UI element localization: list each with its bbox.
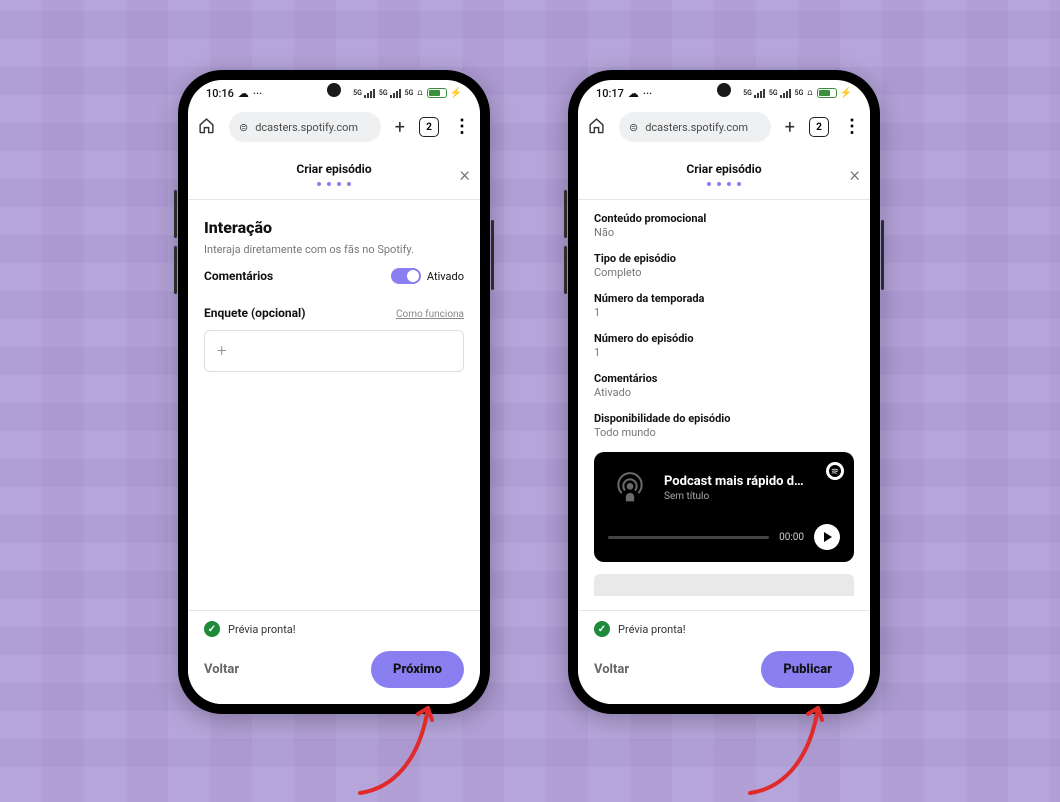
url-bar[interactable]: ⊜ dcasters.spotify.com [619, 112, 771, 142]
summary-row: ComentáriosAtivado [594, 372, 854, 399]
comments-status: Ativado [427, 270, 464, 283]
how-it-works-link[interactable]: Como funciona [396, 309, 464, 320]
summary-row: Número do episódio1 [594, 332, 854, 359]
new-tab-icon[interactable]: + [395, 117, 405, 138]
add-poll-button[interactable]: + [204, 330, 464, 372]
status-bar: 10:16 ☁ ··· 5G 5G 5G ⩍ 60 ⚡ [188, 80, 480, 106]
signal-icon [364, 89, 375, 98]
summary-row: Disponibilidade do episódioTodo mundo [594, 412, 854, 439]
next-button[interactable]: Próximo [371, 651, 464, 688]
home-icon[interactable] [198, 117, 215, 138]
footer: ✓ Prévia pronta! Voltar Próximo [188, 610, 480, 704]
network-label: 5G [379, 89, 388, 97]
page-header: Criar episódio × [188, 148, 480, 200]
progress-bar[interactable] [608, 536, 769, 539]
section-title: Interação [204, 218, 464, 237]
network-label: 5G [769, 89, 778, 97]
podcast-icon [608, 466, 652, 510]
publish-button[interactable]: Publicar [761, 651, 854, 688]
status-bar: 10:17 ☁ ··· 5G 5G 5G ⩍ 60 ⚡ [578, 80, 870, 106]
comments-label: Comentários [204, 269, 273, 283]
battery-icon: 60 [817, 88, 837, 98]
summary-row: Conteúdo promocionalNão [594, 212, 854, 239]
preview-ready-text: Prévia pronta! [228, 623, 296, 636]
comments-toggle[interactable] [391, 268, 421, 284]
home-icon[interactable] [588, 117, 605, 138]
player-title: Podcast mais rápido d… [664, 474, 824, 489]
poll-label: Enquete (opcional) [204, 306, 305, 320]
spotify-icon [826, 462, 844, 480]
section-subtitle: Interaja diretamente com os fãs no Spoti… [204, 243, 464, 256]
browser-toolbar: ⊜ dcasters.spotify.com + 2 ⋮ [188, 106, 480, 148]
page-header: Criar episódio × [578, 148, 870, 200]
wifi-icon: ⩍ [807, 88, 812, 98]
url-text: dcasters.spotify.com [645, 121, 748, 134]
site-settings-icon[interactable]: ⊜ [239, 121, 248, 134]
page-title: Criar episódio [686, 162, 761, 176]
network-label-2: 5G [405, 89, 414, 97]
browser-toolbar: ⊜ dcasters.spotify.com + 2 ⋮ [578, 106, 870, 148]
url-text: dcasters.spotify.com [255, 121, 358, 134]
status-more-icon: ··· [643, 87, 652, 100]
preview-player: Podcast mais rápido d… Sem título 00:00 [594, 452, 854, 562]
footer: ✓ Prévia pronta! Voltar Publicar [578, 610, 870, 704]
play-button[interactable] [814, 524, 840, 550]
close-icon[interactable]: × [460, 162, 470, 186]
url-bar[interactable]: ⊜ dcasters.spotify.com [229, 112, 381, 142]
tab-switcher[interactable]: 2 [419, 117, 439, 137]
progress-time: 00:00 [779, 532, 804, 543]
page-content: Interação Interaja diretamente com os fã… [188, 200, 480, 610]
screen-right: 10:17 ☁ ··· 5G 5G 5G ⩍ 60 ⚡ ⊜ dcasters.s [578, 80, 870, 704]
page-title: Criar episódio [296, 162, 371, 176]
status-more-icon: ··· [253, 87, 262, 100]
plus-icon: + [217, 341, 227, 361]
phone-left: 10:16 ☁ ··· 5G 5G 5G ⩍ 60 ⚡ ⊜ dcasters.s [178, 70, 490, 714]
close-icon[interactable]: × [850, 162, 860, 186]
loading-placeholder [594, 574, 854, 596]
summary-row: Tipo de episódioCompleto [594, 252, 854, 279]
status-cloud-icon: ☁ [238, 87, 249, 100]
charging-icon: ⚡ [840, 88, 852, 99]
player-subtitle: Sem título [664, 491, 840, 502]
status-time: 10:16 [206, 87, 234, 100]
tab-switcher[interactable]: 2 [809, 117, 829, 137]
site-settings-icon[interactable]: ⊜ [629, 121, 638, 134]
battery-icon: 60 [427, 88, 447, 98]
signal-icon [754, 89, 765, 98]
page-content: Conteúdo promocionalNão Tipo de episódio… [578, 200, 870, 610]
signal-icon-2 [780, 89, 791, 98]
status-time: 10:17 [596, 87, 624, 100]
step-indicator [317, 182, 351, 186]
network-label-2: 5G [795, 89, 804, 97]
status-cloud-icon: ☁ [628, 87, 639, 100]
screen-left: 10:16 ☁ ··· 5G 5G 5G ⩍ 60 ⚡ ⊜ dcasters.s [188, 80, 480, 704]
summary-row: Número da temporada1 [594, 292, 854, 319]
back-button[interactable]: Voltar [594, 662, 629, 677]
step-indicator [707, 182, 741, 186]
check-icon: ✓ [204, 621, 220, 637]
check-icon: ✓ [594, 621, 610, 637]
phone-right: 10:17 ☁ ··· 5G 5G 5G ⩍ 60 ⚡ ⊜ dcasters.s [568, 70, 880, 714]
charging-icon: ⚡ [450, 88, 462, 99]
signal-icon-2 [390, 89, 401, 98]
back-button[interactable]: Voltar [204, 662, 239, 677]
preview-ready-text: Prévia pronta! [618, 623, 686, 636]
wifi-icon: ⩍ [417, 88, 422, 98]
new-tab-icon[interactable]: + [785, 117, 795, 138]
